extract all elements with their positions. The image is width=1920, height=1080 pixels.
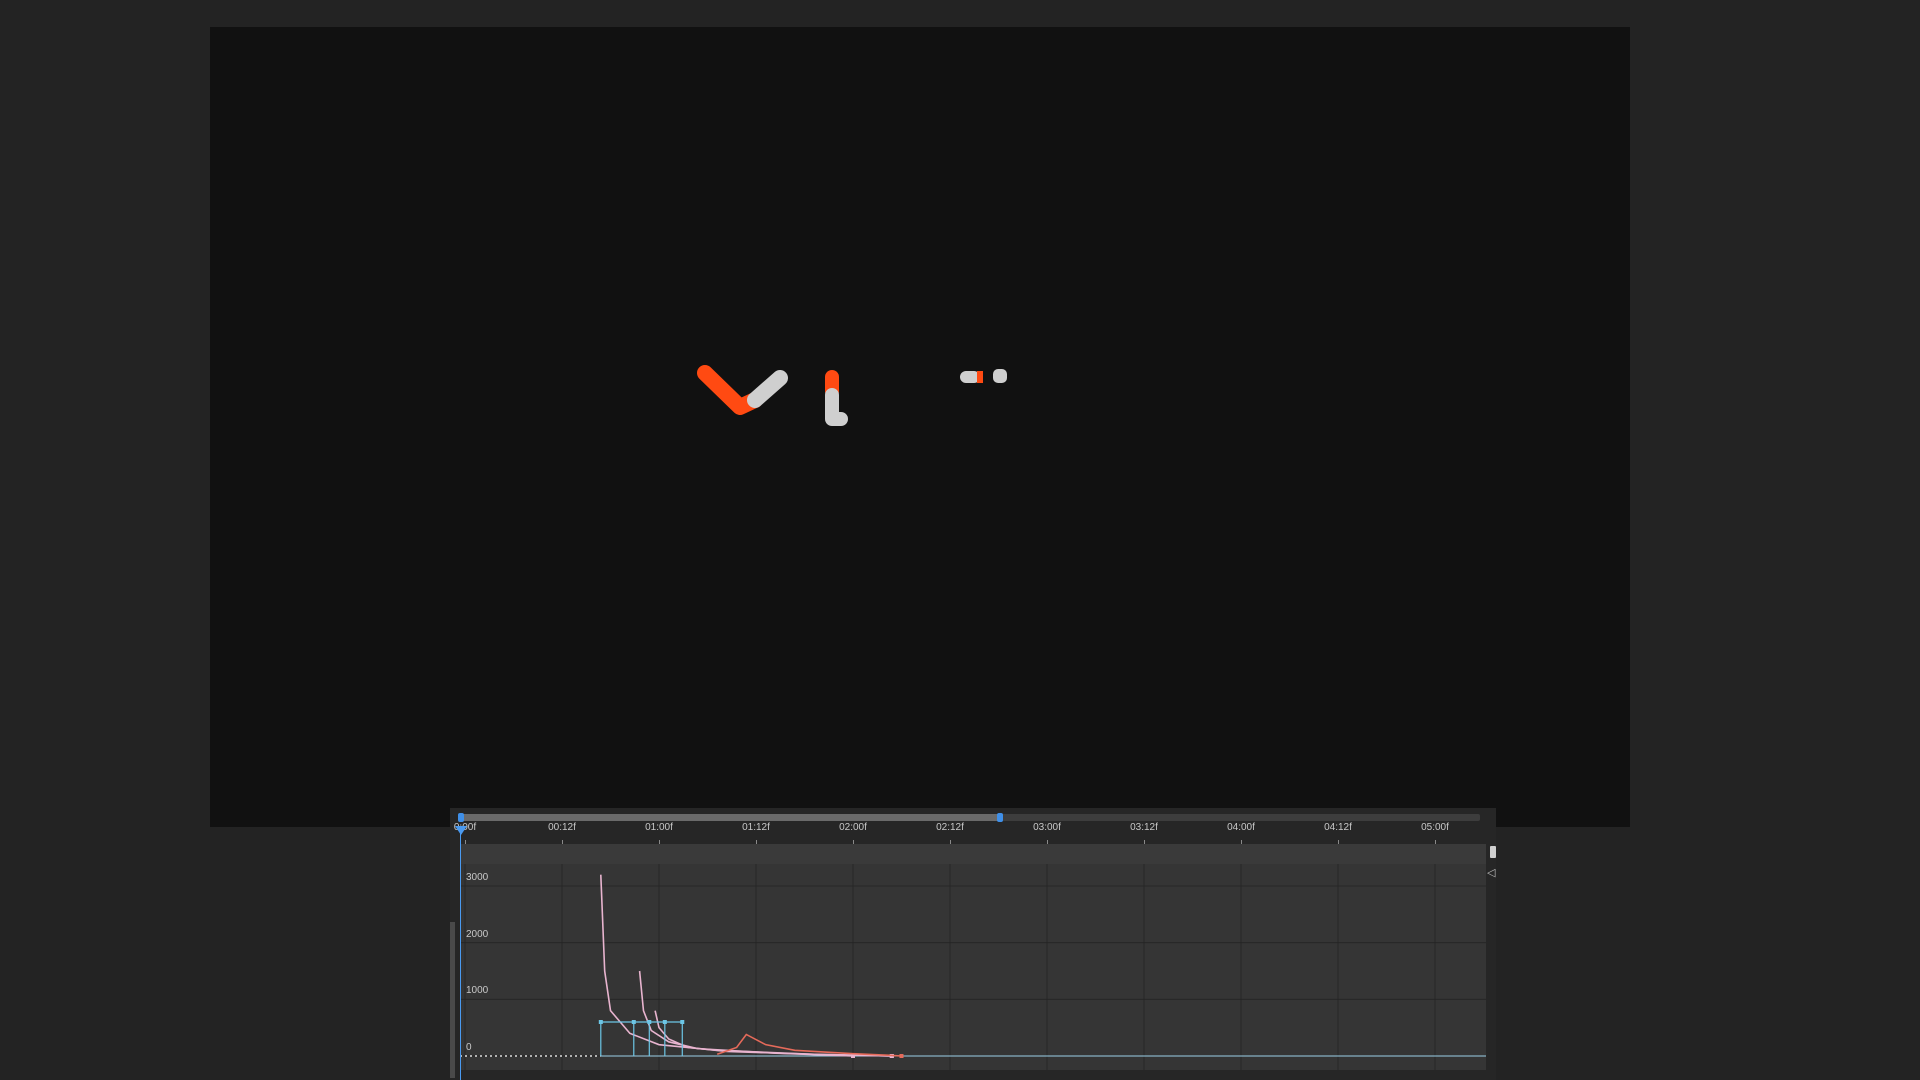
y-tick-label: 1000	[466, 985, 489, 997]
ruler-label: 01:00f	[645, 822, 673, 833]
bezier-handle-point	[598, 1020, 603, 1024]
keyframe-marker	[899, 1054, 904, 1058]
ruler-label: 02:00f	[839, 822, 867, 833]
bezier-handle-point	[631, 1020, 636, 1024]
y-tick-label: 2000	[466, 928, 489, 940]
letter-l-gray	[825, 388, 848, 426]
ruler-label: 04:00f	[1227, 822, 1255, 833]
graph-editor-panel: 0:00f 00:12f 01:00f 01:12f 02:00f 02:12f 03:00…	[450, 808, 1496, 1080]
resize-arrow-icon[interactable]: ◁	[1487, 866, 1495, 879]
ruler-label: 04:12f	[1324, 822, 1352, 833]
ruler-label: 00:12f	[548, 822, 576, 833]
playhead-marker[interactable]	[455, 826, 467, 835]
work-area-range[interactable]	[458, 814, 1000, 821]
ruler-label: 03:12f	[1130, 822, 1158, 833]
vertical-scrollbar[interactable]	[450, 922, 455, 1078]
composition-artwork	[697, 365, 1007, 426]
ruler-label: 01:12f	[742, 822, 770, 833]
graph-background	[460, 864, 1486, 1070]
composition-viewer[interactable]	[210, 27, 1630, 827]
ruler-label: 02:12f	[936, 822, 964, 833]
work-area-bar[interactable]	[458, 813, 1480, 822]
graph-canvas[interactable]	[460, 864, 1486, 1070]
work-area-start-handle[interactable]	[458, 813, 464, 822]
playhead-line	[460, 832, 461, 1080]
bezier-handle-point	[662, 1020, 667, 1024]
ruler-label: 05:00f	[1421, 822, 1449, 833]
zoom-handle[interactable]	[1490, 846, 1496, 858]
bezier-handle-point	[680, 1020, 685, 1024]
y-tick-label: 3000	[466, 872, 489, 883]
speed-graph[interactable]: 0 1000 2000 3000	[460, 864, 1486, 1070]
ruler-label: 03:00f	[1033, 822, 1061, 833]
work-area-end-handle[interactable]	[996, 813, 1003, 822]
letter-v-gray	[747, 370, 788, 408]
y-tick-label: 0	[466, 1042, 472, 1053]
bezier-handle-point	[647, 1020, 652, 1024]
dash-gray-right	[993, 369, 1007, 383]
